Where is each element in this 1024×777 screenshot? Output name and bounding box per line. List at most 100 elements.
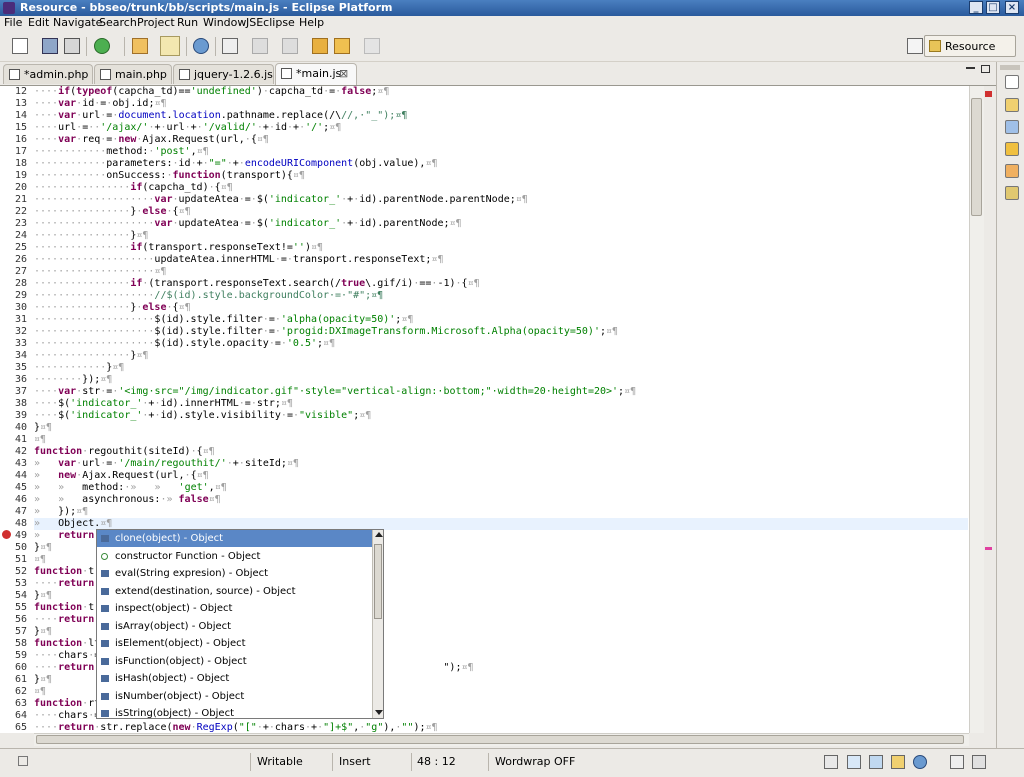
menu-window[interactable]: Window [203,16,246,29]
code-line[interactable]: » » asynchronous:·» false¤¶ [34,494,968,506]
menu-edit[interactable]: Edit [28,16,49,29]
overview-ruler[interactable] [984,86,994,733]
code-line[interactable]: ····if(typeof(capcha_td)=='undefined')·c… [34,86,968,98]
code-line[interactable]: }¤¶ [34,422,968,434]
menu-navigate[interactable]: Navigate [53,16,102,29]
code-line[interactable]: ················}¤¶ [34,230,968,242]
tab-main-js[interactable]: *main.js ⊠ [275,63,357,85]
tab-jquery-js[interactable]: jquery-1.2.6.js [173,64,274,84]
new-icon[interactable] [12,38,28,54]
code-line[interactable]: » });¤¶ [34,506,968,518]
menu-search[interactable]: Search [99,16,137,29]
tab-admin-php[interactable]: *admin.php [3,64,93,84]
code-line[interactable]: ¤¶ [34,434,968,446]
code-line[interactable]: ············onSuccess:·function(transpor… [34,170,968,182]
bookmarks-icon[interactable] [1005,164,1019,178]
code-line[interactable]: ····url·=··'/ajax/'·+·url·+·'/valid/'·+·… [34,122,968,134]
code-line[interactable]: ················}¤¶ [34,350,968,362]
code-line[interactable]: ····················$(id).style.filter·=… [34,314,968,326]
sync-icon[interactable] [972,755,986,769]
code-line[interactable]: ····var·id·=·obj.id;¤¶ [34,98,968,110]
restore-icon[interactable] [1005,75,1019,89]
navigator-icon[interactable] [1005,98,1019,112]
content-assist-scroll-thumb[interactable] [374,544,382,619]
content-assist-item[interactable]: eval(String expresion) - Object [97,565,372,582]
content-assist-item[interactable]: isString(object) - Object [97,705,372,718]
open-perspective-icon[interactable] [907,38,923,54]
horizontal-scroll-thumb[interactable] [36,735,964,744]
code-line[interactable]: ····var·req·=·new·Ajax.Request(url,·{¤¶ [34,134,968,146]
scroll-down-icon[interactable] [375,710,383,715]
content-assist-item[interactable]: isNumber(object) - Object [97,688,372,705]
code-line[interactable]: ········});¤¶ [34,374,968,386]
prev-annotation-icon[interactable] [282,38,298,54]
code-line[interactable]: ····················//$(id).style.backgr… [34,290,968,302]
code-line[interactable]: » new·Ajax.Request(url,·{¤¶ [34,470,968,482]
content-assist-item[interactable]: isElement(object) - Object [97,635,372,652]
back-icon[interactable] [334,38,350,54]
tab-main-php[interactable]: main.php [94,64,172,84]
save-icon[interactable] [42,38,58,54]
horizontal-scrollbar[interactable] [34,733,969,746]
code-line[interactable]: ················if(transport.responseTex… [34,242,968,254]
error-icon[interactable] [2,530,11,539]
document-icon[interactable] [222,38,238,54]
last-edit-icon[interactable] [312,38,328,54]
content-assist-scrollbar[interactable] [372,530,383,718]
code-line[interactable]: ················}·else·{¤¶ [34,206,968,218]
code-line[interactable]: ················if·(transport.responseTe… [34,278,968,290]
minimize-editor-icon[interactable] [966,67,975,69]
code-line[interactable]: ············parameters:·id·+·"="·+·encod… [34,158,968,170]
close-button[interactable]: × [1005,1,1019,14]
code-line[interactable]: ················}·else·{¤¶ [34,302,968,314]
code-line[interactable]: ····var·url·=·document.location.pathname… [34,110,968,122]
code-line[interactable]: ····················$(id).style.filter·=… [34,326,968,338]
print-icon[interactable] [64,38,80,54]
code-line[interactable]: ····$('indicator_'·+·id).style.visibilit… [34,410,968,422]
close-tab-icon[interactable]: ⊠ [339,67,348,80]
menu-help[interactable]: Help [299,16,324,29]
forward-icon[interactable] [364,38,380,54]
code-line[interactable]: function·regouthit(siteId)·{¤¶ [34,446,968,458]
content-assist-item[interactable]: constructor Function - Object [97,548,372,565]
monitor-icon[interactable] [869,755,883,769]
perspective-resource-button[interactable]: Resource [924,35,1016,57]
tasks-icon[interactable] [1005,142,1019,156]
code-line[interactable]: » var·url·=·'/main/regouthit/'·+·siteId;… [34,458,968,470]
window-icon[interactable] [824,755,838,769]
code-line[interactable]: ················if(capcha_td)·{¤¶ [34,182,968,194]
code-line[interactable]: ····return·str.replace(new·RegExp("["·+·… [34,722,968,733]
menu-jseclipse[interactable]: JSEclipse [246,16,295,29]
scroll-up-icon[interactable] [375,532,383,537]
menu-project[interactable]: Project [137,16,175,29]
occurrence-marker[interactable] [985,547,992,550]
trim-handle[interactable] [1000,65,1020,70]
outline-icon[interactable] [1005,120,1019,134]
code-line[interactable]: ····················¤¶ [34,266,968,278]
progress-icon[interactable] [950,755,964,769]
highlight-toggle-icon[interactable] [160,36,180,56]
minimize-button[interactable]: _ [969,1,983,14]
code-line[interactable]: ····var·str·=·'<img·src="/img/indicator.… [34,386,968,398]
problems-icon[interactable] [1005,186,1019,200]
code-line[interactable]: ····$('indicator_'·+·id).innerHTML·=·str… [34,398,968,410]
network-icon[interactable] [913,755,927,769]
content-assist-item[interactable]: extend(destination, source) - Object [97,583,372,600]
maximize-button[interactable]: □ [986,1,1000,14]
code-line[interactable]: ············}¤¶ [34,362,968,374]
next-annotation-icon[interactable] [252,38,268,54]
vertical-scroll-thumb[interactable] [971,98,982,216]
tasks-status-icon[interactable] [891,755,905,769]
maximize-editor-icon[interactable] [981,65,990,73]
content-assist-popup[interactable]: clone(object) - Object constructor Functi… [96,529,384,719]
code-line[interactable]: ····················updateAtea.innerHTML… [34,254,968,266]
vertical-scrollbar[interactable] [969,86,984,733]
globe-icon[interactable] [193,38,209,54]
content-assist-item[interactable]: inspect(object) - Object [97,600,372,617]
content-assist-item[interactable]: isHash(object) - Object [97,670,372,687]
code-line[interactable]: ············method:·'post',¤¶ [34,146,968,158]
console-icon[interactable] [847,755,861,769]
menu-run[interactable]: Run [177,16,198,29]
content-assist-item[interactable]: isFunction(object) - Object [97,653,372,670]
code-line[interactable]: » » method:·» » 'get',¤¶ [34,482,968,494]
